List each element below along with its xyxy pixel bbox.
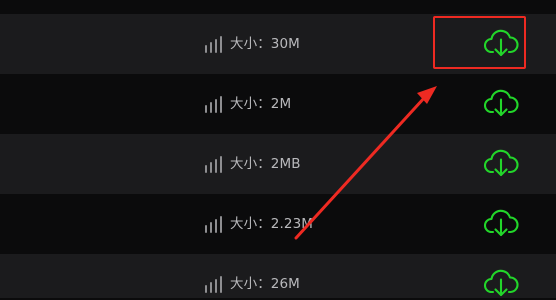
cloud-download-icon xyxy=(483,209,519,237)
file-size-label: 大小：2M xyxy=(230,96,292,112)
signal-bars-icon xyxy=(205,35,223,53)
list-item: 大小：2MB xyxy=(0,134,556,194)
file-size-label: 大小：2.23M xyxy=(230,216,314,232)
download-button[interactable] xyxy=(483,268,519,300)
list-item: 大小：26M xyxy=(0,254,556,298)
signal-bars-icon xyxy=(205,215,223,233)
download-button[interactable] xyxy=(483,208,519,240)
annotation-highlight-box xyxy=(433,16,526,69)
cloud-download-icon xyxy=(483,269,519,297)
file-size-label: 大小：30M xyxy=(230,36,300,52)
signal-bars-icon xyxy=(205,275,223,293)
file-size-label: 大小：26M xyxy=(230,276,300,292)
download-button[interactable] xyxy=(483,148,519,180)
signal-bars-icon xyxy=(205,95,223,113)
list-item: 大小：2.23M xyxy=(0,194,556,254)
list-item: 大小：2M xyxy=(0,74,556,134)
download-button[interactable] xyxy=(483,88,519,120)
cloud-download-icon xyxy=(483,149,519,177)
cloud-download-icon xyxy=(483,89,519,117)
signal-bars-icon xyxy=(205,155,223,173)
file-size-label: 大小：2MB xyxy=(230,156,301,172)
